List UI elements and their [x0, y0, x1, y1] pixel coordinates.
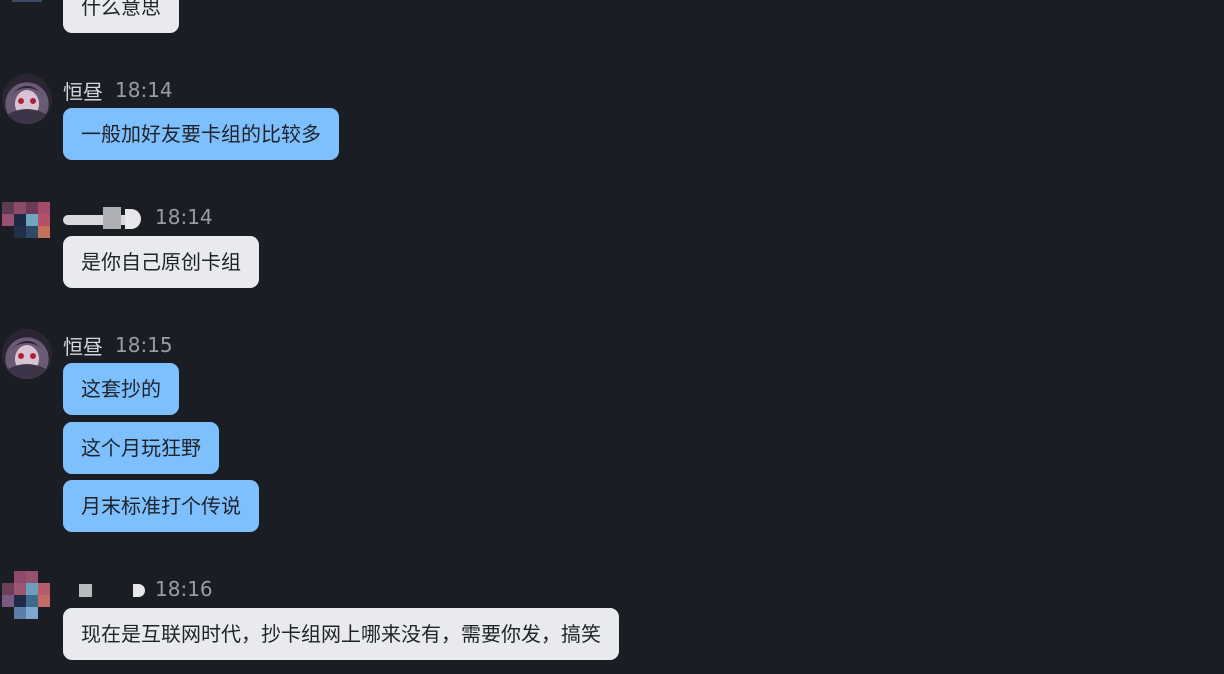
sender-name-obscured[interactable]	[63, 205, 143, 229]
message-header: 恒昼 18:15	[63, 331, 173, 359]
sender-name[interactable]: 恒昼	[63, 76, 103, 105]
chat-area: 什么意思 恒昼 18:14 一般加好友要卡组的比较多 18:14 是你自己原创卡…	[0, 0, 1224, 674]
timestamp: 18:15	[115, 333, 173, 357]
avatar-pixelated[interactable]	[2, 202, 52, 258]
timestamp: 18:14	[155, 205, 213, 229]
avatar[interactable]	[2, 329, 52, 379]
message-header: 18:14	[63, 203, 213, 231]
avatar-image	[8, 341, 46, 379]
message-bubble: 月末标准打个传说	[63, 480, 259, 532]
sender-name[interactable]: 恒昼	[63, 331, 103, 360]
avatar-pixelated[interactable]	[2, 571, 52, 627]
avatar-image	[8, 86, 46, 124]
message-bubble: 一般加好友要卡组的比较多	[63, 108, 339, 160]
message-bubble: 什么意思	[63, 0, 179, 33]
timestamp: 18:14	[115, 78, 173, 102]
avatar-pixelated-top[interactable]	[12, 0, 42, 2]
sender-name-obscured[interactable]	[63, 577, 145, 601]
message-header: 18:16	[63, 575, 213, 603]
message-header: 恒昼 18:14	[63, 76, 173, 104]
avatar[interactable]	[2, 74, 52, 124]
message-bubble: 这个月玩狂野	[63, 422, 219, 474]
message-bubble: 现在是互联网时代，抄卡组网上哪来没有，需要你发，搞笑	[63, 608, 619, 660]
message-bubble: 是你自己原创卡组	[63, 236, 259, 288]
timestamp: 18:16	[155, 577, 213, 601]
message-bubble: 这套抄的	[63, 363, 179, 415]
